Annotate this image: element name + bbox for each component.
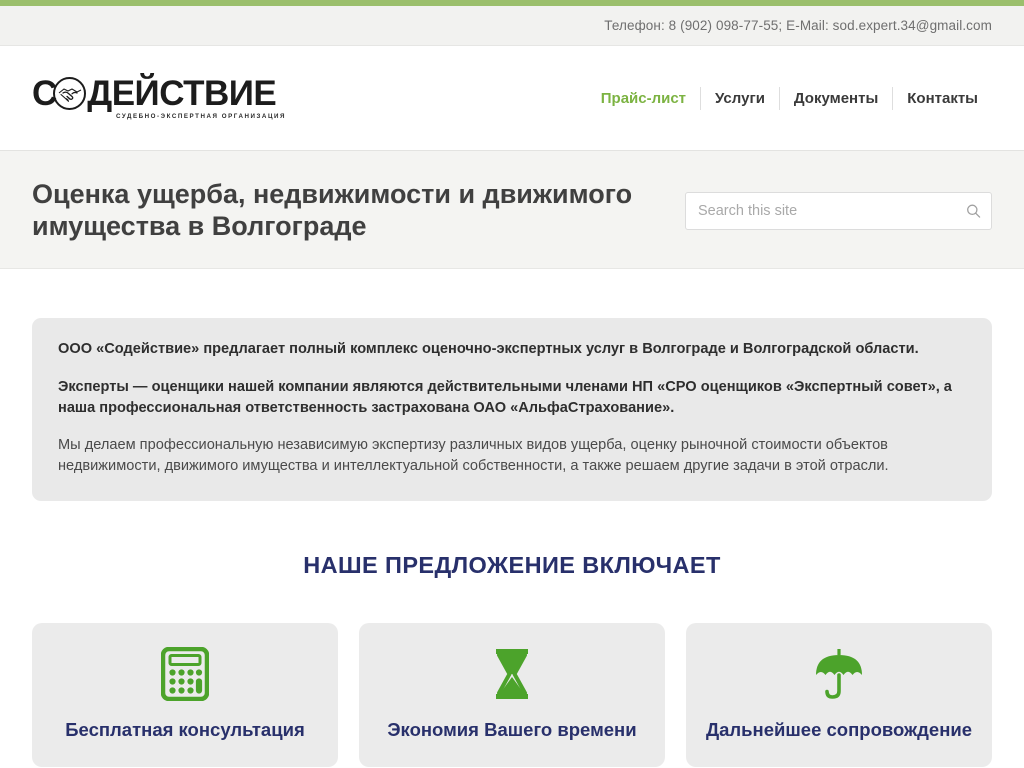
section-heading: НАШЕ ПРЕДЛОЖЕНИЕ ВКЛЮЧАЕТ [303, 551, 721, 578]
site-logo[interactable]: С ДЕЙСТВИЕ СУДЕБНО-ЭКСПЕРТНАЯ ОРГАНИЗАЦИ… [32, 74, 287, 120]
offer-card-time-saving[interactable]: Экономия Вашего времени [359, 622, 665, 767]
offer-card-title: Экономия Вашего времени [387, 718, 637, 740]
umbrella-icon [696, 645, 982, 703]
calculator-icon [42, 645, 328, 703]
search-input[interactable] [685, 191, 992, 230]
hourglass-icon [369, 645, 655, 703]
logo-subtitle: СУДЕБНО-ЭКСПЕРТНАЯ ОРГАНИЗАЦИЯ [116, 112, 287, 120]
intro-paragraph-2: Эксперты — оценщики нашей компании являю… [58, 378, 952, 416]
main-navigation: Прайс-лист Услуги Документы Контакты [587, 86, 992, 110]
page-title: Оценка ущерба, недвижимости и движимого … [32, 179, 633, 241]
intro-paragraph-3: Мы делаем профессиональную независимую э… [58, 437, 889, 475]
handshake-icon [53, 77, 87, 110]
site-header: С ДЕЙСТВИЕ СУДЕБНО-ЭКСПЕРТНАЯ ОРГАНИЗАЦИ… [0, 46, 1024, 151]
offer-cards: Бесплатная консультация Экономия Вашего … [32, 622, 992, 767]
nav-item-contacts[interactable]: Контакты [892, 86, 992, 110]
offer-card-consultation[interactable]: Бесплатная консультация [32, 622, 338, 767]
intro-box: ООО «Содействие» предлагает полный компл… [32, 318, 992, 501]
intro-paragraph-1: ООО «Содействие» предлагает полный компл… [58, 341, 919, 358]
logo-text-rest: ДЕЙСТВИЕ [87, 74, 277, 113]
main-content: ООО «Содействие» предлагает полный компл… [0, 318, 1024, 767]
contact-info: Телефон: 8 (902) 098-77-55; E-Mail: sod.… [604, 18, 992, 33]
offer-card-title: Бесплатная консультация [65, 718, 305, 740]
site-search [685, 191, 992, 230]
offer-card-support[interactable]: Дальнейшее сопровождение [686, 622, 992, 767]
offer-card-title: Дальнейшее сопровождение [705, 718, 973, 740]
nav-item-documents[interactable]: Документы [778, 86, 892, 110]
page-title-band: Оценка ущерба, недвижимости и движимого … [0, 151, 1024, 270]
logo-wordmark: С ДЕЙСТВИЕ [32, 74, 277, 113]
nav-item-price-list[interactable]: Прайс-лист [587, 87, 700, 110]
nav-item-services[interactable]: Услуги [700, 86, 779, 110]
contact-topbar: Телефон: 8 (902) 098-77-55; E-Mail: sod.… [0, 6, 1024, 46]
